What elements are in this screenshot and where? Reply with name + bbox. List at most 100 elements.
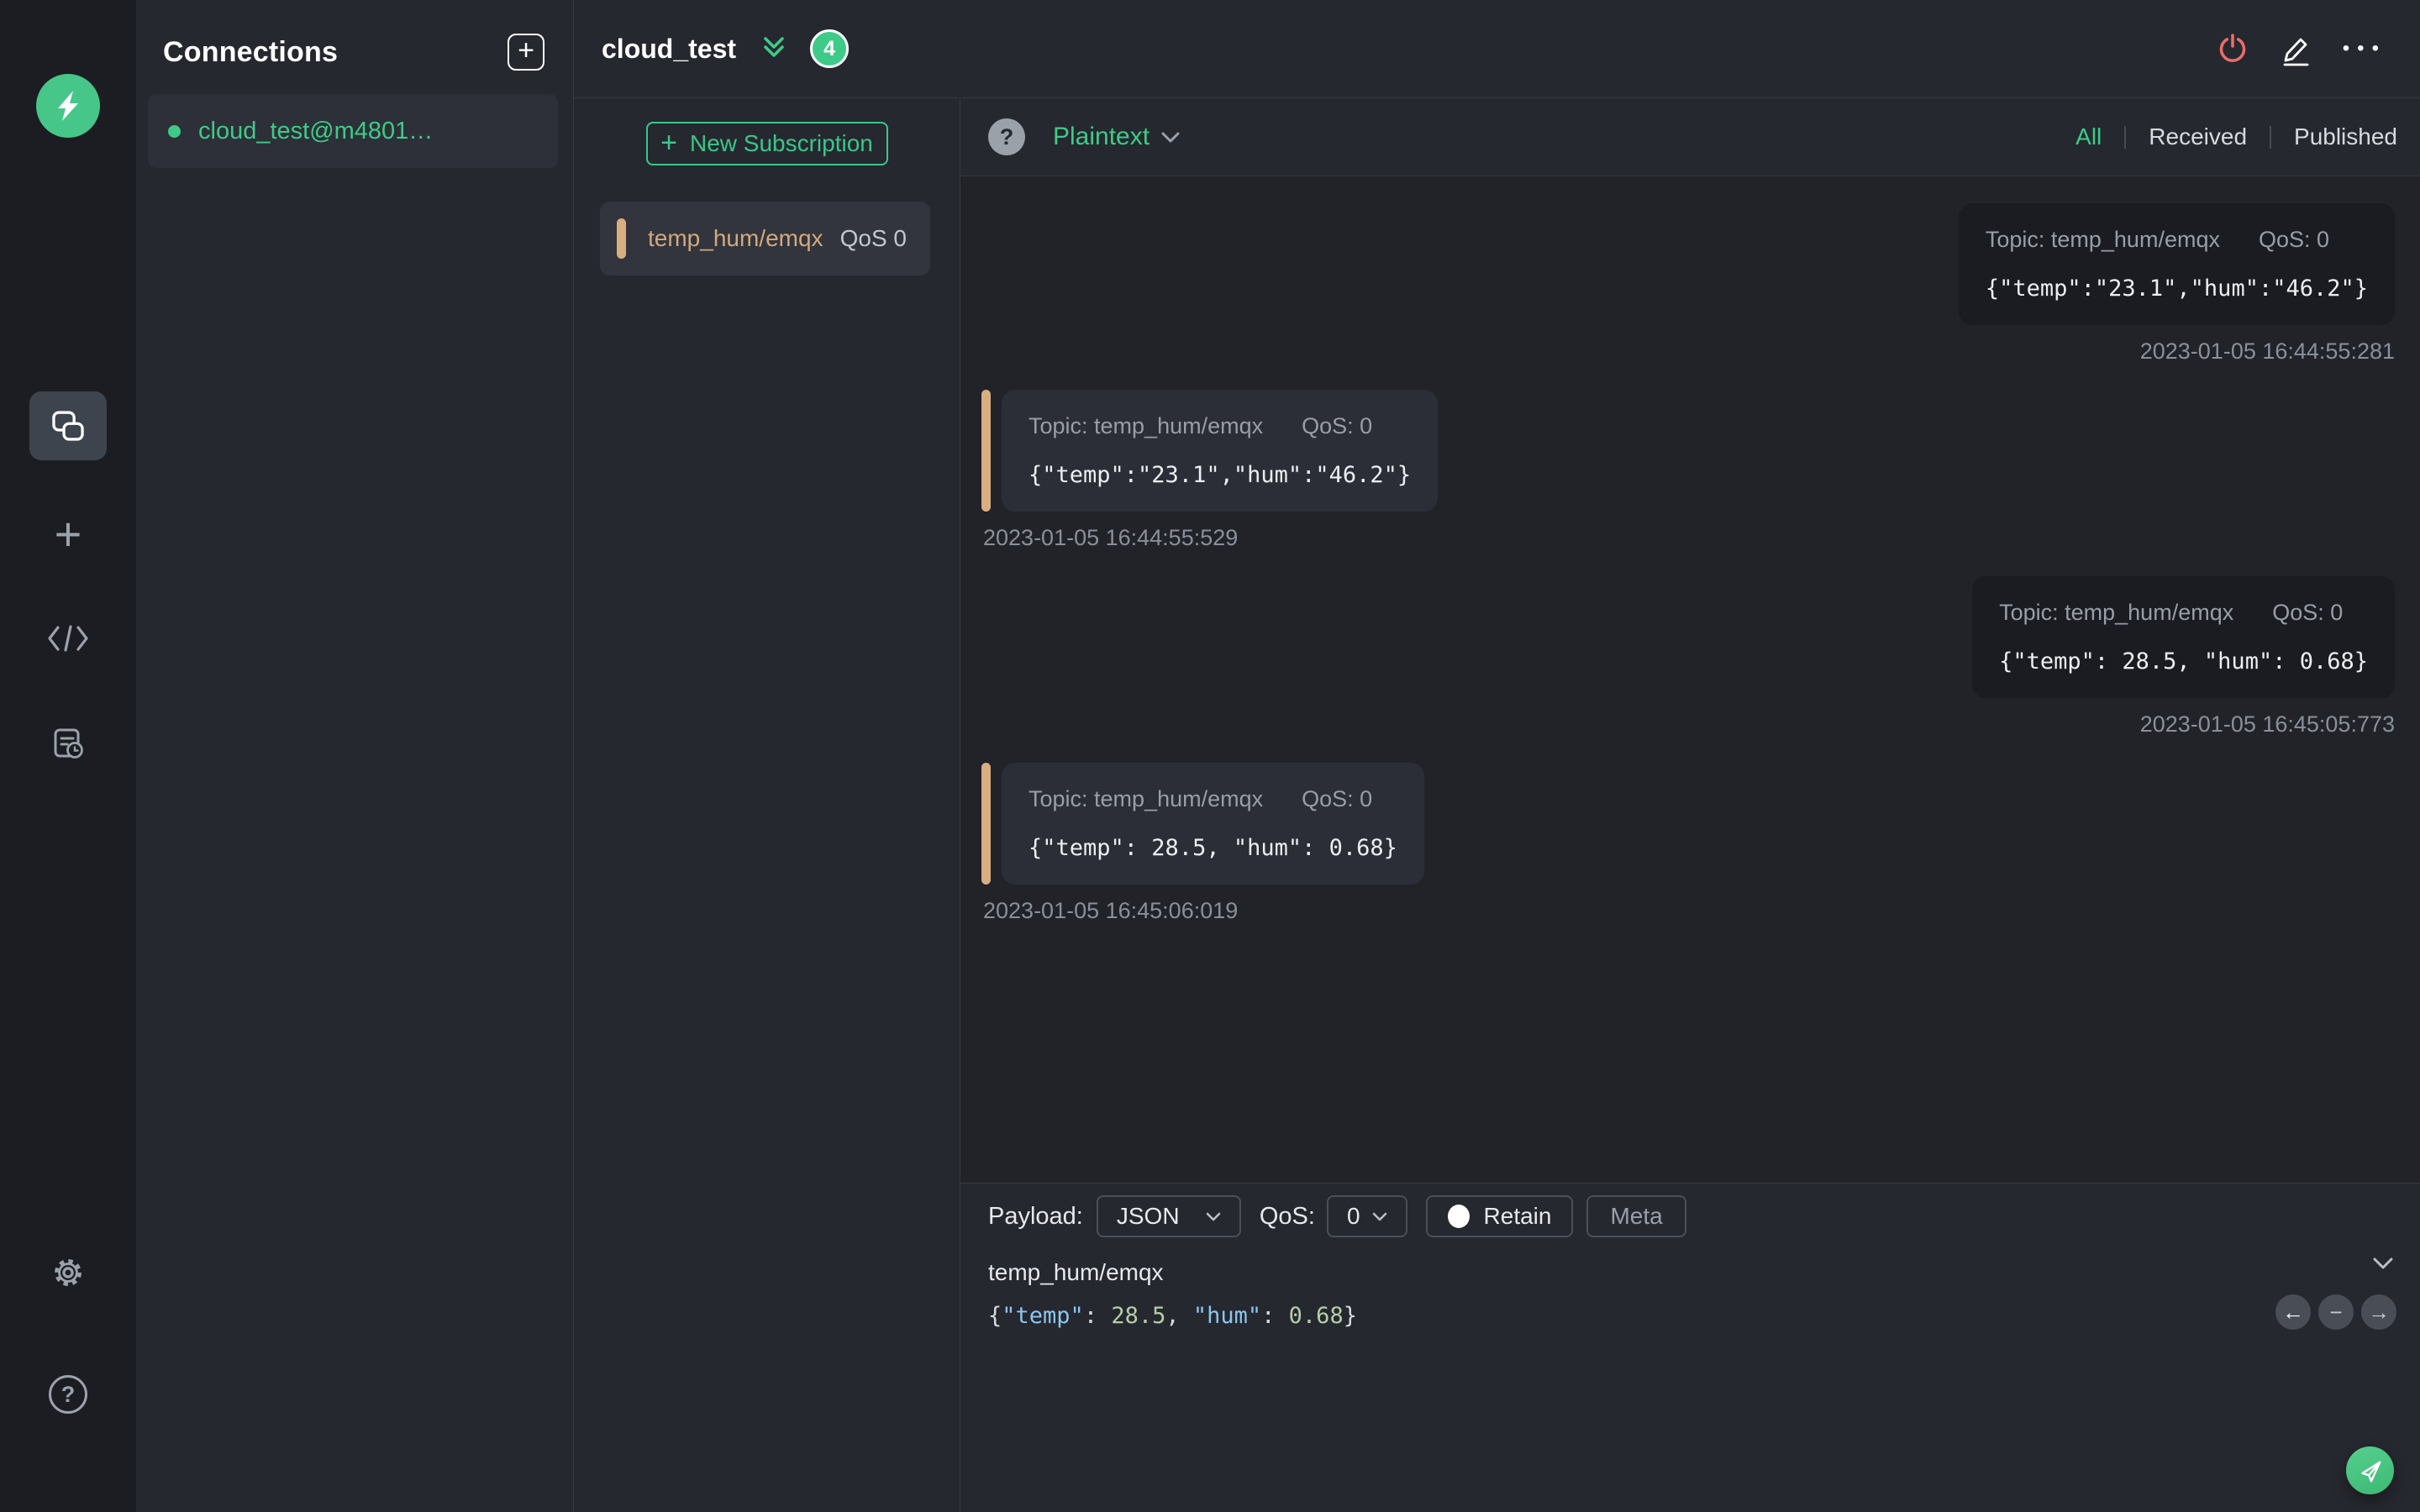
subscription-item[interactable]: temp_hum/emqx QoS 0	[600, 202, 930, 276]
payload-token: 28.5	[1111, 1303, 1166, 1329]
message-bubble[interactable]: Topic: temp_hum/emqx QoS: 0 {"temp": 28.…	[1972, 576, 2395, 698]
message-bubble[interactable]: Topic: temp_hum/emqx QoS: 0 {"temp": 28.…	[1002, 763, 1424, 885]
payload-history-nav: ← − →	[2275, 1294, 2396, 1330]
collapse-connection-details-button[interactable]	[760, 35, 788, 62]
qos-value: 0	[1346, 1203, 1360, 1229]
published-message: Topic: temp_hum/emqx QoS: 0 {"temp": 28.…	[1972, 576, 2395, 738]
add-connection-button[interactable]: +	[508, 34, 544, 71]
connection-header-bar: cloud_test 4 •••	[574, 0, 2420, 98]
plus-icon: +	[54, 507, 82, 560]
meta-button[interactable]: Meta	[1586, 1195, 1686, 1237]
payload-token: }	[1343, 1303, 1357, 1329]
message-filters: All Received Published	[2075, 123, 2397, 150]
payload-token: {	[988, 1303, 1002, 1329]
message-payload: {"temp":"23.1","hum":"46.2"}	[1985, 276, 2368, 302]
message-topic: Topic: temp_hum/emqx	[1985, 227, 2220, 252]
payload-token: "hum"	[1192, 1303, 1262, 1329]
history-clear-button[interactable]: −	[2318, 1294, 2354, 1330]
connections-header: Connections +	[136, 0, 573, 71]
message-timestamp: 2023-01-05 16:44:55:529	[983, 525, 1239, 550]
code-icon	[48, 625, 88, 652]
connection-list-item[interactable]: cloud_test@m4801…	[148, 94, 558, 168]
message-format-select[interactable]: Plaintext	[1053, 123, 1180, 151]
message-topic: Topic: temp_hum/emqx	[1028, 786, 1264, 811]
minus-icon: −	[2329, 1299, 2343, 1325]
help-icon: ?	[49, 1375, 87, 1414]
message-count-badge: 4	[810, 29, 850, 68]
mqttx-logo	[36, 74, 100, 138]
subscriptions-column: + New Subscription temp_hum/emqx QoS 0	[574, 98, 960, 1512]
meta-label: Meta	[1610, 1203, 1663, 1229]
double-chevron-down-icon	[764, 37, 784, 57]
subscription-topic: temp_hum/emqx	[648, 225, 823, 251]
payload-token: ,	[1165, 1303, 1193, 1329]
filter-separator	[2270, 125, 2272, 149]
message-bubble[interactable]: Topic: temp_hum/emqx QoS: 0 {"temp":"23.…	[1958, 203, 2395, 325]
sidebar-log-button[interactable]	[29, 719, 107, 769]
message-payload: {"temp": 28.5, "hum": 0.68}	[1999, 648, 2368, 675]
chevron-down-icon	[2373, 1257, 2393, 1269]
mqttx-app-window: + ? Connections + cloud_test@m4801… clou…	[0, 0, 2420, 1512]
message-payload: {"temp": 28.5, "hum": 0.68}	[1028, 835, 1397, 861]
gear-icon	[55, 1259, 82, 1286]
chevron-down-icon	[1161, 132, 1180, 142]
messages-column: ? Plaintext All Received Published Topic…	[960, 98, 2420, 1512]
subscription-qos: QoS 0	[839, 225, 907, 251]
message-qos: QoS: 0	[2258, 227, 2330, 252]
message-topic: Topic: temp_hum/emqx	[1028, 413, 1264, 438]
message-topic: Topic: temp_hum/emqx	[1999, 600, 2234, 625]
pencil-icon	[2283, 38, 2309, 66]
paper-plane-icon	[2360, 1460, 2381, 1482]
message-qos: QoS: 0	[1302, 413, 1373, 438]
payload-format-select[interactable]: JSON	[1096, 1195, 1241, 1237]
main-body: + New Subscription temp_hum/emqx QoS 0 ?…	[574, 98, 2420, 1512]
message-meta: Topic: temp_hum/emqx QoS: 0	[1028, 413, 1411, 439]
chevron-down-icon	[1372, 1212, 1386, 1221]
subscription-color-bar	[981, 763, 991, 885]
publish-topic-input[interactable]: temp_hum/emqx	[960, 1259, 2420, 1286]
format-value: Plaintext	[1053, 123, 1150, 150]
filter-separator	[2124, 125, 2127, 149]
message-list: Topic: temp_hum/emqx QoS: 0 {"temp":"23.…	[960, 176, 2420, 1183]
connections-panel: Connections + cloud_test@m4801…	[136, 0, 574, 1512]
message-timestamp: 2023-01-05 16:44:55:281	[2139, 339, 2395, 364]
subscription-color-bar	[617, 218, 626, 259]
sidebar-new-connection-button[interactable]: +	[29, 509, 107, 559]
app-sidebar: + ?	[0, 0, 136, 1512]
sidebar-settings-button[interactable]	[29, 1247, 107, 1298]
subscription-color-bar	[981, 390, 991, 512]
sidebar-help-button[interactable]: ?	[29, 1369, 107, 1420]
edit-connection-button[interactable]	[2279, 31, 2312, 66]
message-timestamp: 2023-01-05 16:45:06:019	[983, 898, 1239, 923]
main-area: cloud_test 4 ••• + New Subscription temp…	[574, 0, 2420, 1512]
new-subscription-button[interactable]: + New Subscription	[645, 122, 888, 165]
log-icon	[54, 728, 83, 759]
send-message-button[interactable]	[2346, 1446, 2394, 1494]
payload-editor[interactable]: {"temp": 28.5, "hum": 0.68}	[960, 1303, 2420, 1329]
payload-token: :	[1261, 1303, 1289, 1329]
message-qos: QoS: 0	[2272, 600, 2344, 625]
payload-help-button[interactable]: ?	[988, 118, 1025, 155]
qos-select[interactable]: 0	[1326, 1195, 1407, 1237]
disconnect-button[interactable]	[2217, 32, 2249, 66]
filter-all[interactable]: All	[2075, 123, 2102, 150]
message-meta: Topic: temp_hum/emqx QoS: 0	[1986, 227, 2368, 253]
history-forward-button[interactable]: →	[2361, 1294, 2396, 1330]
history-back-button[interactable]: ←	[2275, 1294, 2311, 1330]
retain-toggle[interactable]: Retain	[1425, 1195, 1574, 1237]
mqttx-logo-icon	[58, 91, 78, 121]
sidebar-connections-button[interactable]	[29, 391, 107, 460]
plus-icon: +	[660, 126, 677, 159]
sidebar-script-button[interactable]	[29, 613, 107, 664]
filter-received[interactable]: Received	[2149, 123, 2247, 150]
filter-published[interactable]: Published	[2294, 123, 2397, 150]
collapse-publish-button[interactable]	[2373, 1257, 2393, 1269]
connections-icon	[52, 411, 84, 441]
received-message: Topic: temp_hum/emqx QoS: 0 {"temp":"23.…	[981, 390, 1439, 551]
message-payload: {"temp":"23.1","hum":"46.2"}	[1028, 462, 1412, 488]
publish-panel: Payload: JSON QoS: 0 Retain Meta temp_hu…	[960, 1183, 2420, 1512]
payload-format-value: JSON	[1116, 1203, 1180, 1229]
payload-token: :	[1083, 1303, 1112, 1329]
message-bubble[interactable]: Topic: temp_hum/emqx QoS: 0 {"temp":"23.…	[1002, 390, 1439, 512]
more-options-button[interactable]: •••	[2343, 39, 2386, 59]
